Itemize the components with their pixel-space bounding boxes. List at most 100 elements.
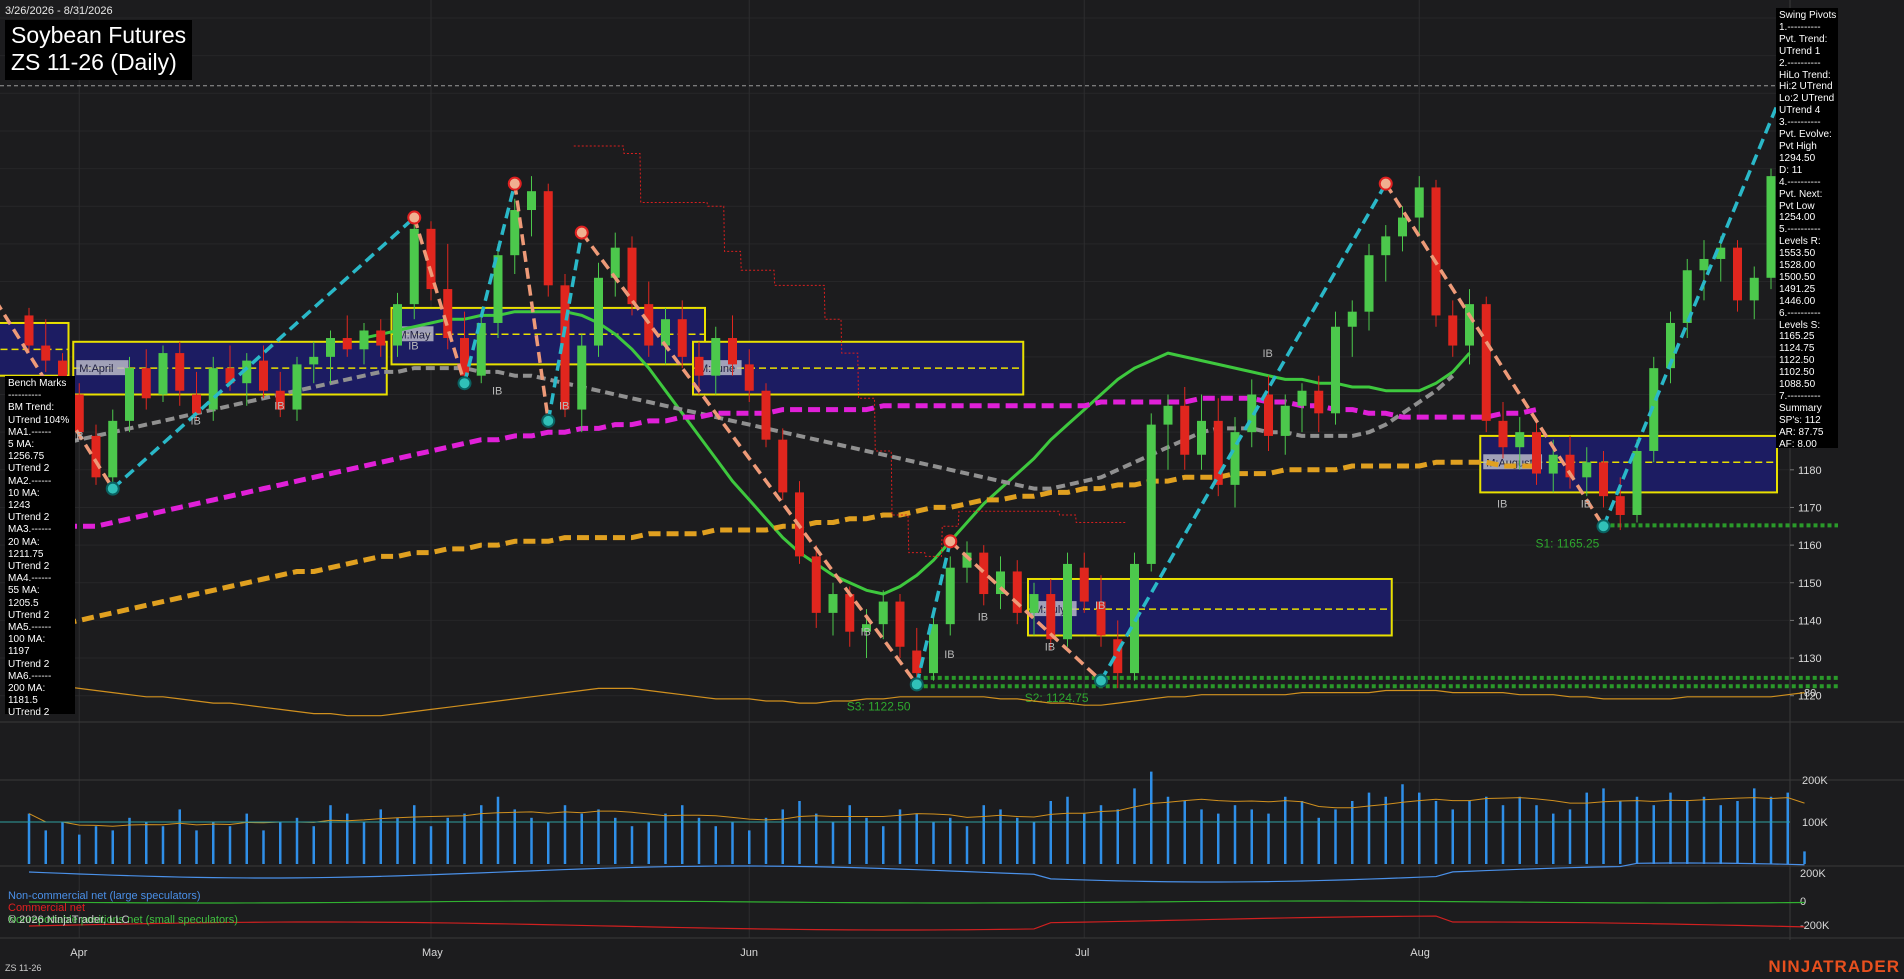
pivot-high-marker (943, 534, 958, 549)
candle-body (527, 191, 536, 211)
candle-body (1264, 394, 1273, 436)
candle-body (1532, 432, 1541, 474)
candle-body (1398, 217, 1407, 237)
price-chart[interactable]: M:AprilM:MayM:JuneM:JulyM:August S1: 116… (0, 0, 1904, 979)
ib-label: IB (978, 611, 988, 623)
candle-body (359, 330, 369, 350)
swing-pivots-line: AF: 8.00 (1779, 438, 1817, 450)
bench-marks-line: 200 MA: (8, 683, 46, 695)
volume-panel: 200K 100K (0, 771, 1828, 864)
candle-body (74, 394, 84, 433)
bench-marks-line: 1197 (8, 646, 30, 658)
candle-body (912, 650, 922, 674)
bench-marks-line: MA3.------ (8, 524, 52, 536)
pivot-high-marker (407, 210, 422, 225)
bench-marks-line: UTrend 2 (8, 463, 50, 475)
ib-label: IB (1581, 498, 1591, 510)
bench-marks-line: MA5.------ (8, 622, 52, 634)
candle-body (91, 435, 101, 478)
candle-body (1046, 594, 1056, 640)
candle-body (577, 345, 587, 410)
swing-pivots-line: 1254.00 (1779, 212, 1816, 224)
swing-pivots-line: 1553.50 (1779, 248, 1816, 260)
candle-body (1733, 247, 1742, 301)
candle-body (661, 319, 670, 346)
bench-marks-line: UTrend 2 (8, 609, 50, 621)
candle-body (1699, 258, 1709, 271)
candle-body (1163, 405, 1173, 425)
date-range: 3/26/2026 - 8/31/2026 (5, 5, 113, 17)
candle-body (761, 390, 771, 440)
ninjatrader-logo: NINJATRADER (1768, 957, 1900, 976)
candle-body (610, 247, 620, 278)
bench-marks-line: 1256.75 (8, 451, 45, 463)
candle-body (1347, 311, 1357, 327)
bench-marks-line: UTrend 2 (8, 658, 50, 670)
pivot-low-marker (909, 677, 924, 692)
candle-body (1465, 304, 1474, 346)
candle-body (1548, 454, 1558, 474)
candle-body (945, 567, 955, 625)
month-label: Jun (740, 947, 758, 959)
candle-body (125, 368, 134, 421)
candle-body (510, 210, 520, 256)
ib-label: IB (1497, 498, 1507, 510)
swing-pivots-line: 1088.50 (1779, 379, 1816, 391)
candle-body (711, 338, 721, 376)
pivot-low-marker (541, 413, 556, 428)
swing-pivots-line: Pvt. Evolve: (1779, 129, 1832, 141)
support-label: S1: 1165.25 (1536, 536, 1600, 550)
bench-marks-line: 10 MA: (8, 487, 40, 499)
chart-title-box: Soybean Futures ZS 11-26 (Daily) (5, 20, 193, 80)
candle-body (24, 315, 34, 346)
candle-body (1297, 390, 1307, 406)
candle-body (1582, 462, 1592, 478)
candle-body (1381, 236, 1391, 256)
candle-body (845, 594, 855, 632)
swing-pivots-line: 3.---------- (1779, 117, 1821, 129)
bench-marks-line: MA4.------ (8, 573, 52, 585)
chart-subtitle: ZS 11-26 (Daily) (11, 49, 177, 75)
pivot-low-marker (1596, 519, 1611, 534)
swing-pivots-line: 6.---------- (1779, 307, 1821, 319)
candle-body (1766, 176, 1776, 278)
candle-body (744, 364, 754, 391)
ib-label: IB (559, 401, 569, 413)
candle-body (1632, 450, 1642, 515)
swing-pivots-line: 1122.50 (1779, 355, 1815, 367)
swing-pivots-line: 1.---------- (1779, 21, 1821, 33)
candle-body (1180, 405, 1190, 455)
candle-body (543, 191, 553, 286)
candle-body (1079, 567, 1089, 602)
swing-pivots-line: UTrend 4 (1779, 105, 1821, 117)
cot-commercial-label: Commercial net (8, 902, 86, 914)
swing-pivots-line: 7.---------- (1779, 391, 1821, 402)
swing-pivots-line: Swing Pivots (1779, 10, 1837, 21)
month-label: May (422, 947, 443, 959)
pivot-high-marker (507, 176, 522, 191)
swing-pivots-line: Levels S: (1779, 319, 1821, 331)
candle-body (1364, 255, 1374, 312)
ib-label: IB (861, 626, 871, 638)
candle-body (1314, 390, 1324, 414)
candle-body (1280, 405, 1290, 436)
pivot-low-marker (457, 376, 472, 391)
candle-body (1197, 420, 1206, 455)
swing-pivots-line: 1102.50 (1779, 367, 1815, 379)
swing-pivots-line: Hi:2 UTrend (1779, 81, 1833, 93)
price-tick-label: 1160 (1798, 540, 1822, 552)
candle-body (694, 356, 704, 376)
swing-pivots-line: 1294.50 (1779, 152, 1816, 164)
price-tick-label: 1170 (1798, 502, 1822, 514)
candle-body (828, 594, 838, 613)
bench-marks-line: UTrend 2 (8, 561, 50, 573)
pivot-low-marker (105, 481, 120, 496)
swing-pivots-line: D: 11 (1779, 164, 1803, 176)
candle-body (259, 360, 268, 391)
bench-marks-line: UTrend 2 (8, 707, 50, 719)
candle-body (108, 420, 118, 478)
support-label: S3: 1122.50 (847, 699, 911, 713)
swing-pivots-line: AR: 87.75 (1779, 426, 1824, 438)
cot-axis-label: 200K (1800, 868, 1826, 880)
candle-body (1146, 424, 1156, 564)
